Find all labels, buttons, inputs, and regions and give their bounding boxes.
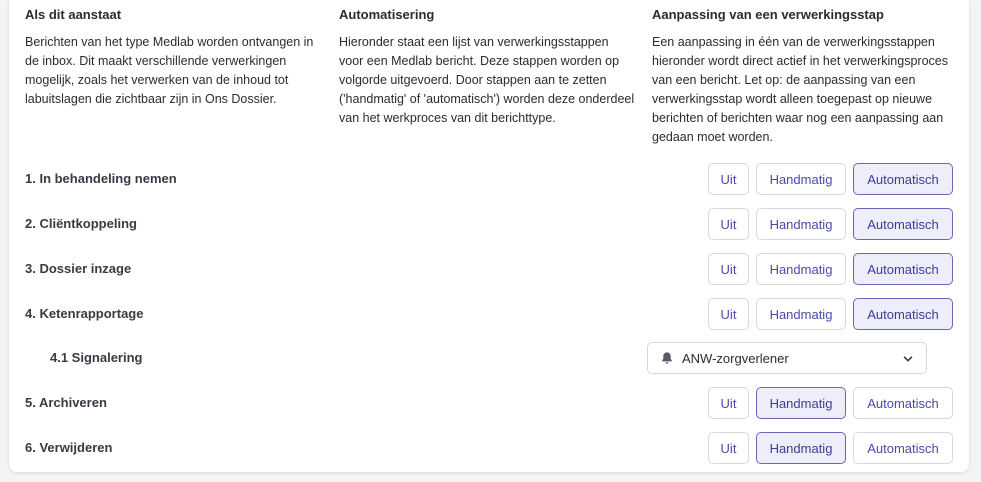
settings-card: Als dit aanstaat Berichten van het type … xyxy=(9,0,969,472)
mode-manual-button[interactable]: Handmatig xyxy=(756,298,846,330)
step-mode-group: Uit Handmatig Automatisch xyxy=(708,208,953,240)
step-mode-group: Uit Handmatig Automatisch xyxy=(708,432,953,464)
mode-off-button[interactable]: Uit xyxy=(708,298,749,330)
step-row: 5. Archiveren Uit Handmatig Automatisch xyxy=(9,387,969,419)
mode-manual-button[interactable]: Handmatig xyxy=(756,387,846,419)
step-label: 2. Cliëntkoppeling xyxy=(25,216,137,231)
signaling-select[interactable]: ANW-zorgverlener xyxy=(647,342,927,374)
info-column-automation: Automatisering Hieronder staat een lijst… xyxy=(339,6,635,128)
mode-off-button[interactable]: Uit xyxy=(708,163,749,195)
mode-auto-button[interactable]: Automatisch xyxy=(853,387,953,419)
step-label: 5. Archiveren xyxy=(25,395,107,410)
step-mode-group: Uit Handmatig Automatisch xyxy=(708,387,953,419)
mode-manual-button[interactable]: Handmatig xyxy=(756,432,846,464)
step-row: 6. Verwijderen Uit Handmatig Automatisch xyxy=(9,432,969,464)
info-column-enabled: Als dit aanstaat Berichten van het type … xyxy=(25,6,327,109)
mode-manual-button[interactable]: Handmatig xyxy=(756,163,846,195)
step-label: 6. Verwijderen xyxy=(25,440,113,455)
info-text-automation: Hieronder staat een lijst van verwerking… xyxy=(339,35,635,125)
mode-auto-button[interactable]: Automatisch xyxy=(853,432,953,464)
mode-off-button[interactable]: Uit xyxy=(708,432,749,464)
chevron-down-icon xyxy=(903,356,913,362)
step-label: 3. Dossier inzage xyxy=(25,261,132,276)
bell-icon xyxy=(662,352,672,364)
substep-row: 4.1 Signalering ANW-zorgverlener xyxy=(9,342,969,374)
step-mode-group: Uit Handmatig Automatisch xyxy=(708,298,953,330)
mode-off-button[interactable]: Uit xyxy=(708,253,749,285)
mode-auto-button[interactable]: Automatisch xyxy=(853,208,953,240)
info-column-adjustment: Aanpassing van een verwerkingsstap Een a… xyxy=(652,6,952,147)
mode-off-button[interactable]: Uit xyxy=(708,387,749,419)
mode-manual-button[interactable]: Handmatig xyxy=(756,208,846,240)
mode-auto-button[interactable]: Automatisch xyxy=(853,163,953,195)
mode-auto-button[interactable]: Automatisch xyxy=(853,298,953,330)
substep-label: 4.1 Signalering xyxy=(50,350,143,365)
step-mode-group: Uit Handmatig Automatisch xyxy=(708,253,953,285)
info-title-adjustment: Aanpassing van een verwerkingsstap xyxy=(652,7,884,22)
mode-auto-button[interactable]: Automatisch xyxy=(853,253,953,285)
step-row: 3. Dossier inzage Uit Handmatig Automati… xyxy=(9,253,969,285)
mode-off-button[interactable]: Uit xyxy=(708,208,749,240)
step-label: 4. Ketenrapportage xyxy=(25,306,144,321)
step-row: 2. Cliëntkoppeling Uit Handmatig Automat… xyxy=(9,208,969,240)
info-text-adjustment: Een aanpassing in één van de verwerkings… xyxy=(652,35,948,144)
step-label: 1. In behandeling nemen xyxy=(25,171,177,186)
info-title-automation: Automatisering xyxy=(339,7,435,22)
info-title-enabled: Als dit aanstaat xyxy=(25,7,122,22)
signaling-select-value: ANW-zorgverlener xyxy=(682,350,789,366)
step-row: 4. Ketenrapportage Uit Handmatig Automat… xyxy=(9,298,969,330)
step-row: 1. In behandeling nemen Uit Handmatig Au… xyxy=(9,163,969,195)
info-text-enabled: Berichten van het type Medlab worden ont… xyxy=(25,35,314,106)
mode-manual-button[interactable]: Handmatig xyxy=(756,253,846,285)
step-mode-group: Uit Handmatig Automatisch xyxy=(708,163,953,195)
